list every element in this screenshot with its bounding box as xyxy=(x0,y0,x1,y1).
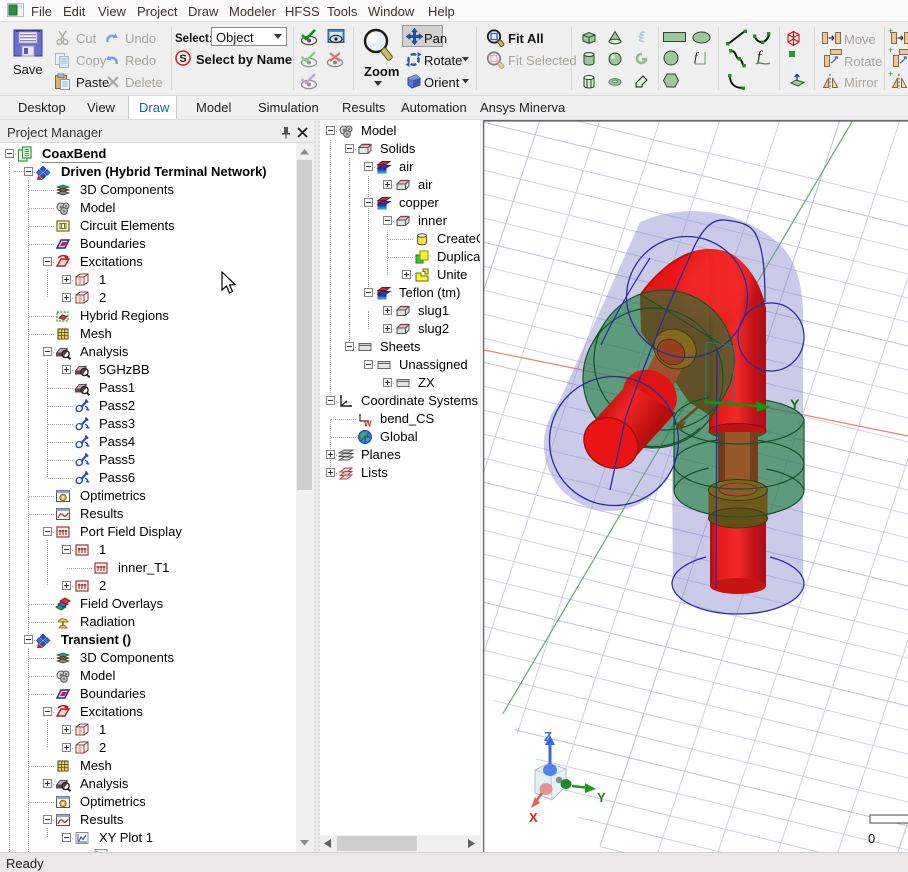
svg-text:Y: Y xyxy=(790,396,800,412)
svg-text:f: f xyxy=(694,49,700,64)
svg-text:0: 0 xyxy=(868,831,875,846)
svg-text:Z: Z xyxy=(544,729,552,744)
svg-text:Y: Y xyxy=(597,790,606,805)
svg-text:X: X xyxy=(529,810,538,825)
svg-text:W: W xyxy=(364,420,372,428)
svg-text:S: S xyxy=(179,53,186,65)
